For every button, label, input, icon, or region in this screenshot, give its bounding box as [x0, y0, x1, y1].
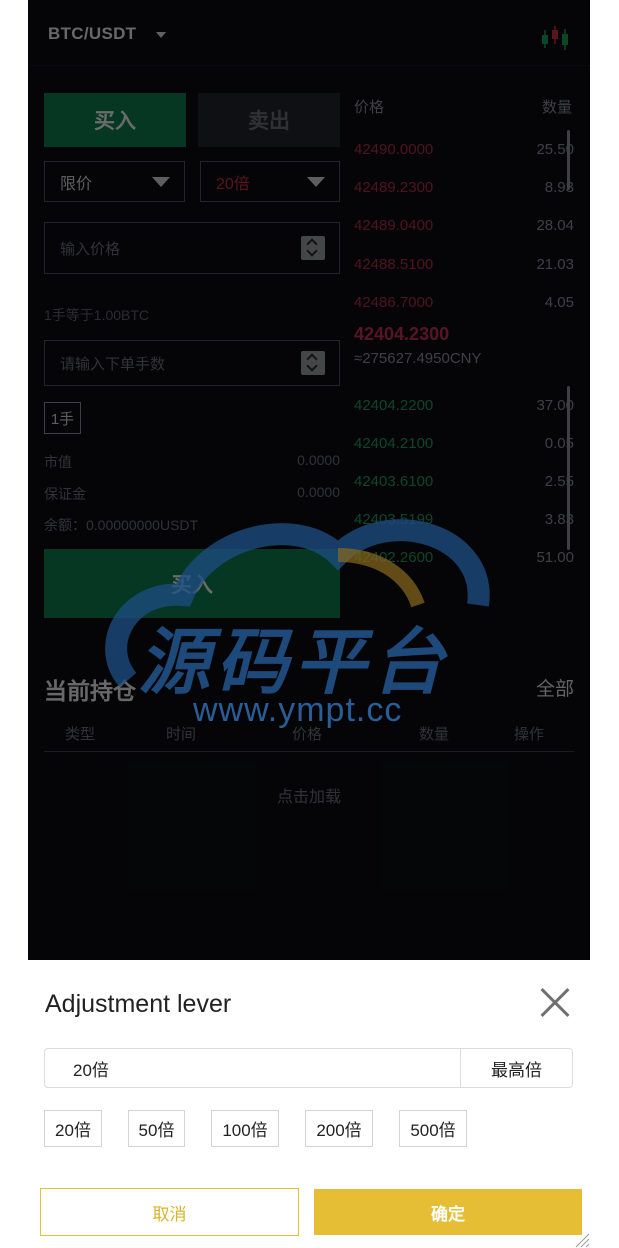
buy-submit-button[interactable]: 买入	[44, 549, 340, 618]
margin-label: 保证金	[44, 486, 86, 502]
market-value-label: 市值	[44, 454, 72, 470]
sell-tab[interactable]: 卖出	[198, 93, 340, 147]
bid-qty: 51.00	[536, 549, 574, 566]
watermark-text: 源码平台	[138, 623, 451, 703]
confirm-button[interactable]: 确定	[314, 1189, 582, 1235]
cancel-button[interactable]: 取消	[40, 1188, 299, 1236]
positions-col-time: 时间	[166, 726, 197, 743]
ask-row[interactable]: 42488.5100 21.03	[354, 256, 574, 276]
top-bar: BTC/USDT	[28, 0, 590, 66]
ask-price: 42489.2300	[354, 179, 434, 196]
load-more[interactable]: 点击加载	[28, 783, 590, 807]
caret-down-icon	[307, 177, 325, 187]
caret-down-icon	[152, 177, 170, 187]
bid-row[interactable]: 42404.2100 0.05	[354, 435, 574, 455]
bid-price: 42402.2600	[354, 549, 434, 566]
ask-price: 42486.7000	[354, 294, 434, 311]
ask-row[interactable]: 42489.2300 8.93	[354, 179, 574, 199]
stepper-icon[interactable]	[301, 236, 325, 260]
ask-row[interactable]: 42490.0000 25.50	[354, 141, 574, 161]
quantity-input[interactable]: 请输入下单手数	[44, 340, 340, 386]
bid-row[interactable]: 42402.2600 51.00	[354, 549, 574, 569]
positions-title: 当前持仓	[44, 678, 136, 704]
market-value-row: 市值 0.0000	[44, 452, 340, 472]
positions-all-link[interactable]: 全部	[536, 674, 574, 701]
close-icon[interactable]	[536, 984, 572, 1020]
ask-price: 42488.5100	[354, 256, 434, 273]
ask-row[interactable]: 42489.0400 28.04	[354, 217, 574, 237]
ask-qty: 28.04	[536, 217, 574, 234]
bid-price: 42403.6100	[354, 473, 434, 490]
bid-row[interactable]: 42404.2200 37.00	[354, 397, 574, 417]
leverage-option[interactable]: 100倍	[211, 1110, 279, 1147]
leverage-select[interactable]: 20倍	[200, 161, 340, 202]
margin-value: 0.0000	[297, 484, 340, 500]
order-type-select[interactable]: 限价	[44, 161, 185, 202]
leverage-option[interactable]: 200倍	[305, 1110, 373, 1147]
balance-text: 余额：0.00000000USDT	[44, 517, 199, 533]
leverage-option[interactable]: 50倍	[128, 1110, 185, 1147]
last-price: 42404.2300	[354, 324, 450, 344]
ask-price: 42489.0400	[354, 217, 434, 234]
positions-col-qty: 数量	[419, 726, 450, 743]
ask-scrollbar[interactable]	[567, 130, 570, 190]
market-value: 0.0000	[297, 452, 340, 468]
lot-size-note: 1手等于1.00BTC	[44, 307, 150, 323]
pair-selector[interactable]: BTC/USDT	[48, 24, 136, 44]
margin-row: 保证金 0.0000	[44, 484, 340, 504]
lot-chip[interactable]: 1手	[44, 402, 81, 434]
positions-divider	[44, 751, 574, 752]
price-placeholder: 输入价格	[60, 240, 121, 258]
resize-grip-icon[interactable]	[572, 1230, 590, 1248]
order-type-value: 限价	[60, 175, 93, 193]
bid-price: 42404.2100	[354, 435, 434, 452]
orderbook-price-header: 价格	[354, 99, 385, 116]
ask-price: 42490.0000	[354, 141, 434, 158]
bid-row[interactable]: 42403.6100 2.55	[354, 473, 574, 493]
quantity-placeholder: 请输入下单手数	[60, 355, 166, 373]
leverage-option[interactable]: 500倍	[399, 1110, 467, 1147]
buy-tab[interactable]: 买入	[44, 93, 186, 147]
ask-qty: 21.03	[536, 256, 574, 273]
leverage-input[interactable]: 20倍 最高倍	[44, 1048, 573, 1088]
positions-col-price: 价格	[292, 726, 323, 743]
last-price-cny: ≈275627.4950CNY	[354, 350, 482, 367]
balance-row: 余额：0.00000000USDT	[44, 515, 340, 535]
candlestick-icon[interactable]	[540, 24, 570, 52]
leverage-option[interactable]: 20倍	[44, 1110, 102, 1147]
bid-price: 42404.2200	[354, 397, 434, 414]
bid-scrollbar[interactable]	[567, 386, 570, 550]
bid-row[interactable]: 42403.5199 3.83	[354, 511, 574, 531]
stepper-icon[interactable]	[301, 351, 325, 375]
positions-col-action: 操作	[514, 726, 545, 743]
orderbook-qty-header: 数量	[541, 99, 572, 116]
positions-col-type: 类型	[65, 726, 96, 743]
ask-qty: 4.05	[544, 294, 574, 311]
sheet-title: Adjustment lever	[45, 990, 232, 1018]
trading-app: BTC/USDT 买入 卖出 限价 20倍 输入价格 1手等于1.00BTC 请…	[28, 0, 590, 1248]
price-input[interactable]: 输入价格	[44, 222, 340, 274]
leverage-sheet: Adjustment lever 20倍 最高倍 20倍 50倍 100倍 20…	[28, 960, 590, 1248]
ask-row[interactable]: 42486.7000 4.05	[354, 294, 574, 314]
leverage-value: 20倍	[216, 175, 250, 193]
max-leverage-button[interactable]: 最高倍	[460, 1049, 572, 1087]
chevron-down-icon[interactable]	[156, 32, 166, 38]
leverage-input-value: 20倍	[73, 1060, 109, 1080]
bid-price: 42403.5199	[354, 511, 434, 528]
